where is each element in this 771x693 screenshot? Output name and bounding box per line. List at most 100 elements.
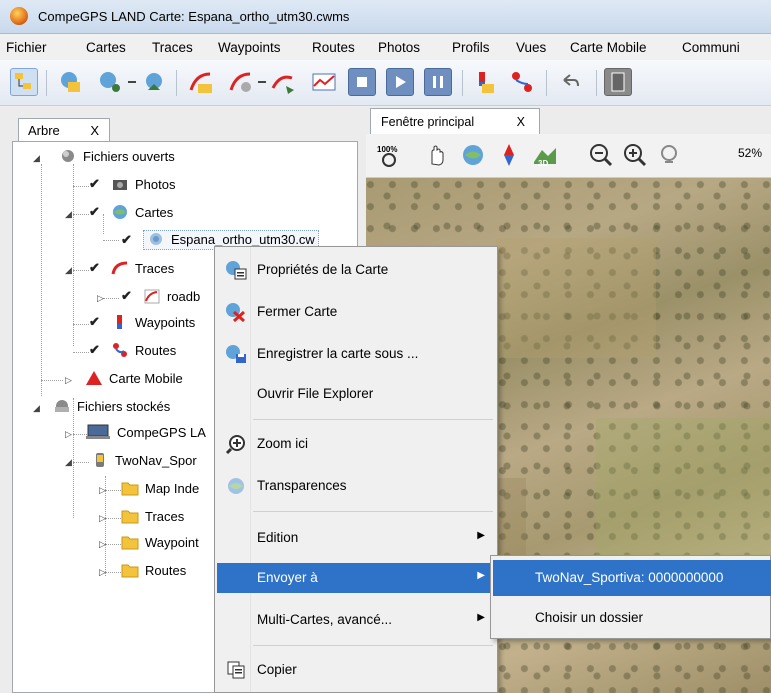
route-icon[interactable] [508, 68, 536, 96]
tree-node-trace-file[interactable]: roadb [143, 288, 200, 308]
track-tools-icon[interactable] [228, 68, 256, 96]
menu-cartes[interactable]: Cartes [86, 40, 126, 55]
menu-carte-mobile[interactable]: Carte Mobile [570, 40, 647, 55]
collapse-arrow-icon[interactable]: ◢ [65, 209, 72, 220]
zoom-in-icon[interactable] [622, 142, 648, 168]
map-layers-icon[interactable] [140, 68, 168, 96]
gps-icon[interactable] [604, 68, 632, 96]
submenu-item-choose-folder[interactable]: Choisir un dossier [493, 600, 771, 636]
undo-icon[interactable] [556, 68, 584, 96]
track-profile-icon[interactable] [310, 68, 338, 96]
menu-item-copy[interactable]: Copier [217, 655, 495, 685]
tree-node-stored-files[interactable]: Fichiers stockés [53, 398, 170, 418]
copy-icon [225, 660, 247, 680]
track-file-icon [143, 288, 161, 304]
menu-communication[interactable]: Communi [682, 40, 740, 55]
3d-view-icon[interactable]: 3D [532, 142, 558, 168]
menu-item-open-file-explorer[interactable]: Ouvrir File Explorer [217, 379, 495, 409]
play-icon[interactable] [386, 68, 414, 96]
transparency-icon [225, 476, 247, 496]
expand-arrow-icon[interactable]: ▷ [65, 375, 72, 386]
tree-node-twonav[interactable]: TwoNav_Spor [91, 452, 197, 472]
collapse-arrow-icon[interactable]: ◢ [33, 403, 40, 414]
map-properties-icon [225, 260, 247, 280]
window-title: CompeGPS LAND Carte: Espana_ortho_utm30.… [38, 9, 350, 24]
camera-icon [111, 176, 129, 192]
expand-arrow-icon[interactable]: ▷ [99, 539, 106, 550]
tree-node-waypoints[interactable]: Waypoints [111, 314, 195, 334]
expand-arrow-icon[interactable]: ▷ [65, 429, 72, 440]
zoom-tool-icon[interactable] [656, 142, 682, 168]
open-map-icon[interactable] [56, 68, 84, 96]
tab-arbre[interactable]: Arbre X [18, 118, 110, 142]
menu-photos[interactable]: Photos [378, 40, 420, 55]
tree-node-folder[interactable]: Traces [121, 508, 184, 528]
checkbox[interactable]: ✔ [89, 314, 100, 330]
tree-toggle-icon[interactable] [10, 68, 38, 96]
tree-node-open-files[interactable]: Fichiers ouverts [59, 148, 175, 168]
stop-icon[interactable] [348, 68, 376, 96]
tab-main-window-close[interactable]: X [517, 115, 525, 129]
map-toolbar: 100% 3D 52% [366, 134, 771, 178]
expand-arrow-icon[interactable]: ▷ [99, 513, 106, 524]
tree-label: Waypoint [145, 535, 199, 550]
checkbox[interactable]: ✔ [121, 288, 132, 304]
menu-item-edition[interactable]: Edition ▶ [217, 523, 495, 553]
collapse-arrow-icon[interactable]: ◢ [65, 457, 72, 468]
tree-node-compegps[interactable]: CompeGPS LA [85, 424, 206, 444]
menu-item-close-map[interactable]: Fermer Carte [217, 297, 495, 327]
expand-arrow-icon[interactable]: ▷ [97, 293, 104, 304]
tree-node-folder[interactable]: Waypoint [121, 534, 199, 554]
submenu-item-twonav[interactable]: TwoNav_Sportiva: 0000000000 [493, 560, 771, 596]
tree-node-routes[interactable]: Routes [111, 342, 176, 362]
dropdown-arrow-icon[interactable] [256, 68, 268, 96]
map-tools-icon[interactable] [96, 68, 124, 96]
menu-item-zoom-here[interactable]: Zoom ici [217, 429, 495, 459]
expand-arrow-icon[interactable]: ▷ [99, 485, 106, 496]
tree-node-cartes[interactable]: Cartes [111, 204, 173, 224]
pause-icon[interactable] [424, 68, 452, 96]
tree-node-traces[interactable]: Traces [111, 260, 174, 280]
checkbox[interactable]: ✔ [121, 232, 132, 248]
checkbox[interactable]: ✔ [89, 260, 100, 276]
north-arrow-icon[interactable] [496, 142, 522, 168]
menu-vues[interactable]: Vues [516, 40, 546, 55]
menu-waypoints[interactable]: Waypoints [218, 40, 281, 55]
zoom-out-icon[interactable] [588, 142, 614, 168]
svg-text:3D: 3D [538, 159, 548, 168]
tree-node-folder[interactable]: Map Inde [121, 480, 199, 500]
pan-hand-icon[interactable] [424, 142, 450, 168]
tree-node-folder[interactable]: Routes [121, 562, 186, 582]
menu-routes[interactable]: Routes [312, 40, 355, 55]
checkbox[interactable]: ✔ [89, 342, 100, 358]
menu-item-transparences[interactable]: Transparences [217, 471, 495, 501]
globe-icon[interactable] [460, 142, 486, 168]
checkbox[interactable]: ✔ [89, 204, 100, 220]
tree-label: roadb [167, 289, 201, 304]
tab-arbre-close[interactable]: X [90, 123, 99, 138]
tree-label: Cartes [135, 205, 174, 220]
menu-fichier[interactable]: Fichier [6, 40, 47, 55]
menu-traces[interactable]: Traces [152, 40, 193, 55]
tree-node-photos[interactable]: Photos [111, 176, 175, 196]
expand-arrow-icon[interactable]: ▷ [99, 567, 106, 578]
tree-label: Routes [135, 343, 177, 358]
waypoint-icon [111, 314, 129, 330]
menu-item-save-map-as[interactable]: Enregistrer la carte sous ... [217, 339, 495, 369]
new-track-icon[interactable] [270, 68, 298, 96]
collapse-arrow-icon[interactable]: ◢ [65, 265, 72, 276]
tab-main-window[interactable]: Fenêtre principal X [370, 108, 540, 134]
stored-files-icon [53, 398, 71, 414]
zoom-100-icon[interactable]: 100% [376, 142, 402, 168]
waypoint-icon[interactable] [470, 68, 498, 96]
open-track-icon[interactable] [188, 68, 216, 96]
menu-profils[interactable]: Profils [452, 40, 490, 55]
dropdown-arrow-icon[interactable] [126, 68, 138, 96]
tree-node-carte-mobile[interactable]: Carte Mobile [85, 370, 183, 390]
menu-item-multi-maps[interactable]: Multi-Cartes, avancé... ▶ [217, 605, 495, 635]
checkbox[interactable]: ✔ [89, 176, 100, 192]
menu-item-map-properties[interactable]: Propriétés de la Carte [217, 255, 495, 285]
collapse-arrow-icon[interactable]: ◢ [33, 153, 40, 164]
menu-item-send-to[interactable]: Envoyer à ▶ [217, 563, 495, 593]
tree-label: Routes [145, 563, 187, 578]
